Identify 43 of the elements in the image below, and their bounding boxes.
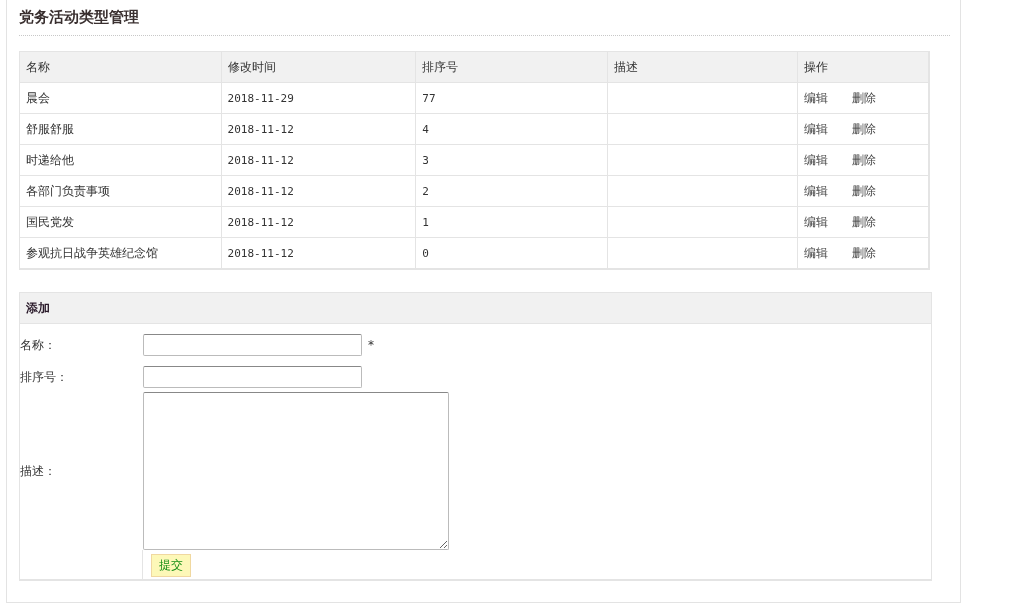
edit-link[interactable]: 编辑 xyxy=(804,121,829,136)
table-cell: 3 xyxy=(415,144,608,176)
field-label: 排序号： xyxy=(20,368,69,386)
table-cell: 1 xyxy=(415,206,608,238)
table-cell: 舒服舒服 xyxy=(19,113,222,145)
column-header: 操作 xyxy=(797,51,929,83)
input-field[interactable] xyxy=(143,334,362,356)
delete-link[interactable]: 删除 xyxy=(852,245,877,260)
table-cell: 2 xyxy=(415,175,608,207)
field-label: 描述： xyxy=(20,462,57,480)
delete-link[interactable]: 删除 xyxy=(852,121,877,136)
column-header: 排序号 xyxy=(415,51,608,83)
delete-link[interactable]: 删除 xyxy=(852,183,877,198)
delete-link[interactable]: 删除 xyxy=(852,90,877,105)
column-header: 名称 xyxy=(19,51,222,83)
edit-link[interactable]: 编辑 xyxy=(804,90,829,105)
table-cell: 2018-11-12 xyxy=(221,113,416,145)
page-title: 党务活动类型管理 xyxy=(19,7,140,28)
table-cell: 4 xyxy=(415,113,608,145)
table-cell: 2018-11-12 xyxy=(221,175,416,207)
delete-link[interactable]: 删除 xyxy=(852,214,877,229)
table-cell: 77 xyxy=(415,82,608,114)
edit-link[interactable]: 编辑 xyxy=(804,183,829,198)
input-field[interactable] xyxy=(143,366,362,388)
edit-link[interactable]: 编辑 xyxy=(804,152,829,167)
column-header: 描述 xyxy=(607,51,798,83)
edit-link[interactable]: 编辑 xyxy=(804,245,829,260)
table-cell: 参观抗日战争英雄纪念馆 xyxy=(19,237,222,269)
required-mark: * xyxy=(368,338,374,352)
table-cell: 2018-11-12 xyxy=(221,144,416,176)
table-cell: 2018-11-12 xyxy=(221,206,416,238)
table-cell: 晨会 xyxy=(19,82,222,114)
delete-link[interactable]: 删除 xyxy=(852,152,877,167)
textarea-field[interactable] xyxy=(143,392,449,550)
edit-link[interactable]: 编辑 xyxy=(804,214,829,229)
table-cell: 各部门负责事项 xyxy=(19,175,222,207)
table-cell: 时递给他 xyxy=(19,144,222,176)
column-header: 修改时间 xyxy=(221,51,416,83)
table-cell: 国民党发 xyxy=(19,206,222,238)
form-title: 添加 xyxy=(20,293,931,324)
field-label: 名称： xyxy=(20,336,57,354)
submit-button[interactable]: 提交 xyxy=(151,554,191,577)
table-cell: 2018-11-29 xyxy=(221,82,416,114)
